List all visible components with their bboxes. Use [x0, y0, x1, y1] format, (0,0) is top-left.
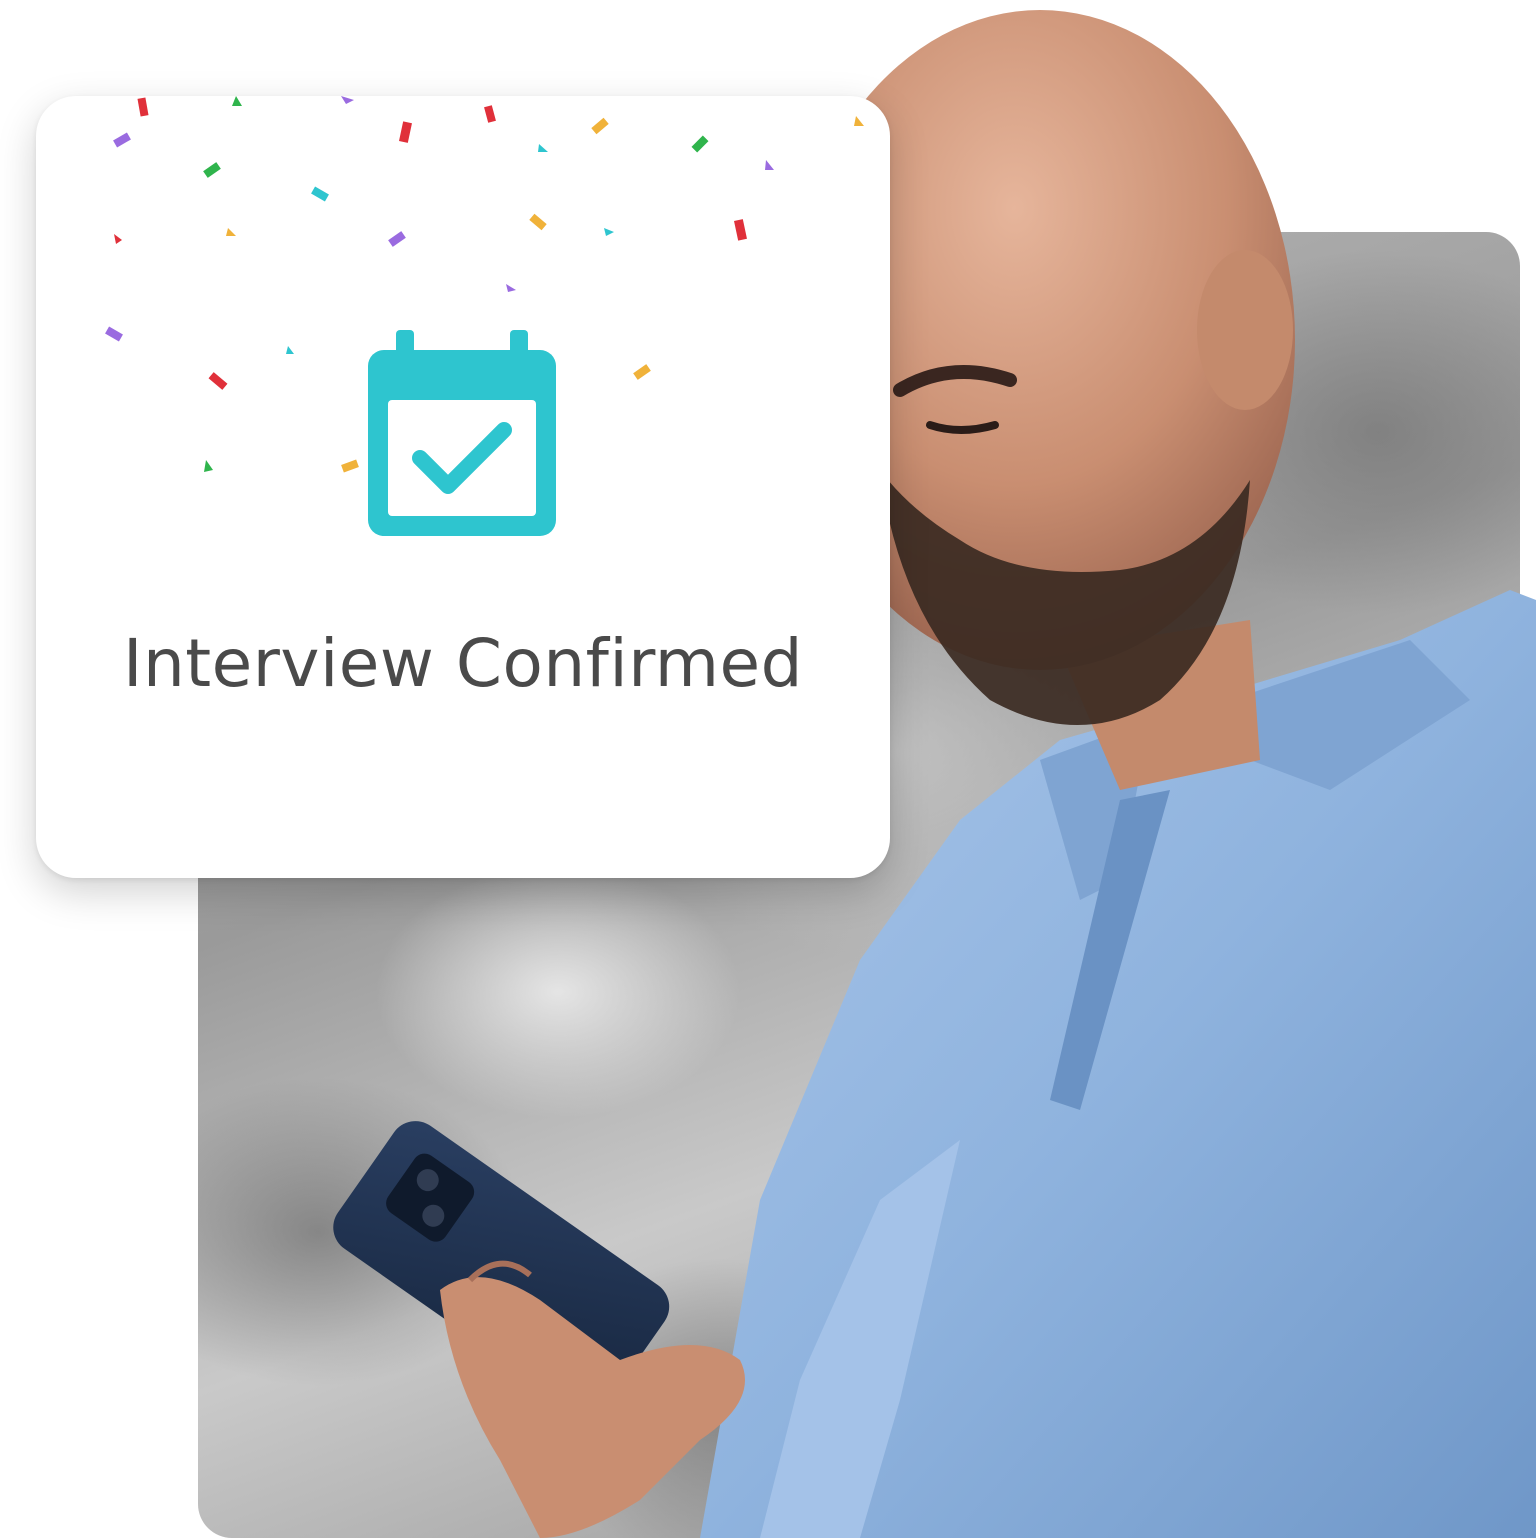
interview-confirmed-card: Interview Confirmed	[36, 96, 890, 878]
card-title: Interview Confirmed	[122, 625, 803, 702]
calendar-check-icon	[368, 330, 556, 536]
